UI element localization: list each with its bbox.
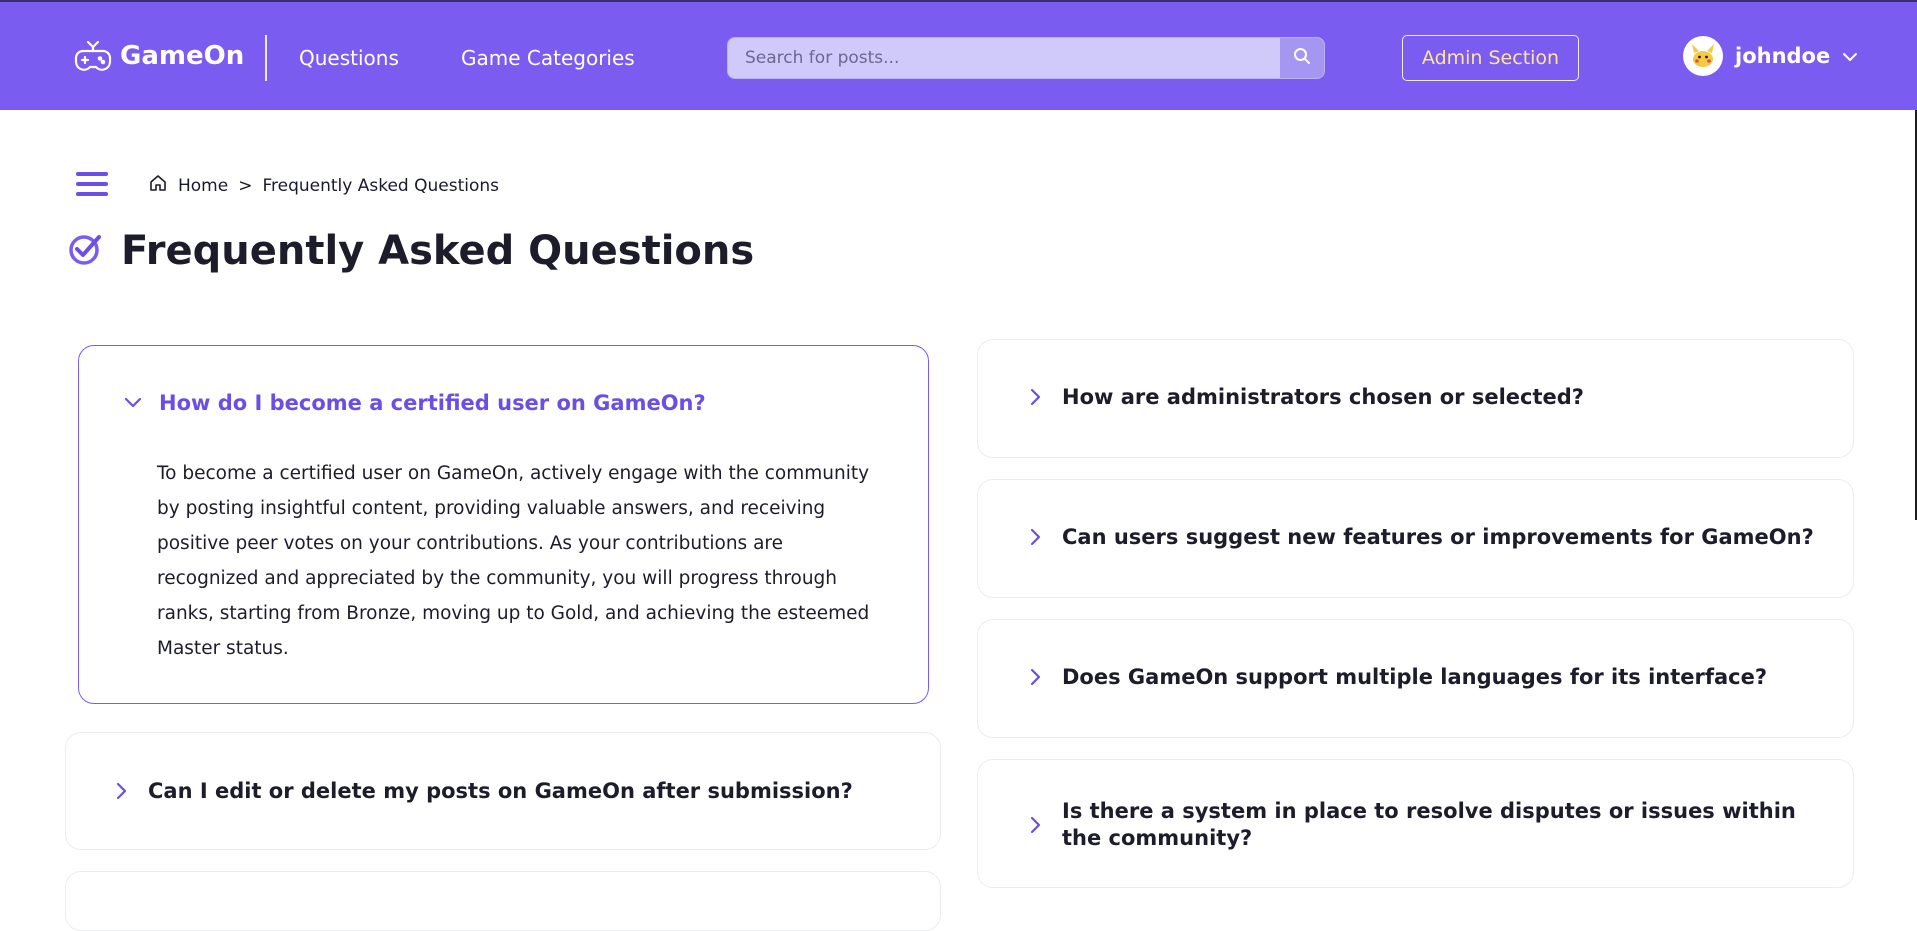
gamepad-icon — [74, 38, 112, 74]
logo[interactable]: GameOn — [74, 38, 244, 74]
breadcrumb: Home > Frequently Asked Questions — [148, 173, 499, 198]
header-divider — [265, 35, 267, 81]
faq-item-certified-user[interactable]: How do I become a certified user on Game… — [78, 345, 929, 704]
menu-toggle-button[interactable] — [76, 172, 108, 198]
faq-item-disputes[interactable]: Is there a system in place to resolve di… — [977, 759, 1854, 888]
search-input[interactable] — [728, 38, 1280, 78]
faq-question: Is there a system in place to resolve di… — [1026, 798, 1806, 852]
home-icon[interactable] — [148, 173, 168, 198]
faq-question-text: Can users suggest new features or improv… — [1062, 525, 1814, 549]
faq-item-edit-posts[interactable]: Can I edit or delete my posts on GameOn … — [65, 732, 941, 850]
chevron-right-icon — [1026, 668, 1046, 686]
faq-item-suggest-features[interactable]: Can users suggest new features or improv… — [977, 479, 1854, 598]
faq-question: Can I edit or delete my posts on GameOn … — [112, 779, 853, 803]
page-title: Frequently Asked Questions — [121, 228, 755, 274]
page-title-block: Frequently Asked Questions — [67, 228, 754, 274]
chevron-down-icon — [123, 397, 143, 409]
faq-item-administrators[interactable]: How are administrators chosen or selecte… — [977, 339, 1854, 458]
faq-question-text: Is there a system in place to resolve di… — [1062, 799, 1796, 850]
check-circle-icon — [67, 231, 103, 271]
faq-question: How are administrators chosen or selecte… — [1026, 385, 1584, 409]
faq-item-languages[interactable]: Does GameOn support multiple languages f… — [977, 619, 1854, 738]
search-button[interactable] — [1280, 38, 1324, 78]
breadcrumb-current: Frequently Asked Questions — [262, 175, 499, 196]
faq-question: How do I become a certified user on Game… — [123, 391, 706, 415]
logo-text: GameOn — [120, 41, 245, 71]
nav-game-categories[interactable]: Game Categories — [461, 46, 635, 70]
username: johndoe — [1735, 44, 1831, 68]
chevron-right-icon — [1026, 816, 1046, 834]
faq-question: Does GameOn support multiple languages f… — [1026, 665, 1767, 689]
chevron-right-icon — [1026, 528, 1046, 546]
top-navbar: GameOn Questions Game Categories Admin S… — [0, 0, 1917, 110]
faq-question: Can users suggest new features or improv… — [1026, 525, 1814, 549]
chevron-down-icon — [1842, 47, 1858, 66]
nav-questions[interactable]: Questions — [299, 46, 399, 70]
search-icon — [1293, 47, 1311, 69]
chevron-right-icon — [1026, 388, 1046, 406]
user-menu[interactable]: johndoe — [1683, 36, 1858, 76]
chevron-right-icon — [112, 782, 132, 800]
search-bar — [727, 37, 1325, 79]
faq-answer: To become a certified user on GameOn, ac… — [157, 463, 870, 659]
admin-section-button[interactable]: Admin Section — [1402, 35, 1579, 81]
breadcrumb-separator: > — [238, 175, 253, 196]
faq-question-text: Does GameOn support multiple languages f… — [1062, 665, 1768, 689]
faq-item-partial[interactable] — [65, 871, 941, 931]
breadcrumb-home[interactable]: Home — [178, 176, 228, 196]
faq-question-text: Can I edit or delete my posts on GameOn … — [148, 779, 853, 803]
faq-question-text: How do I become a certified user on Game… — [159, 391, 706, 415]
faq-question-text: How are administrators chosen or selecte… — [1062, 385, 1584, 409]
avatar — [1683, 36, 1723, 76]
